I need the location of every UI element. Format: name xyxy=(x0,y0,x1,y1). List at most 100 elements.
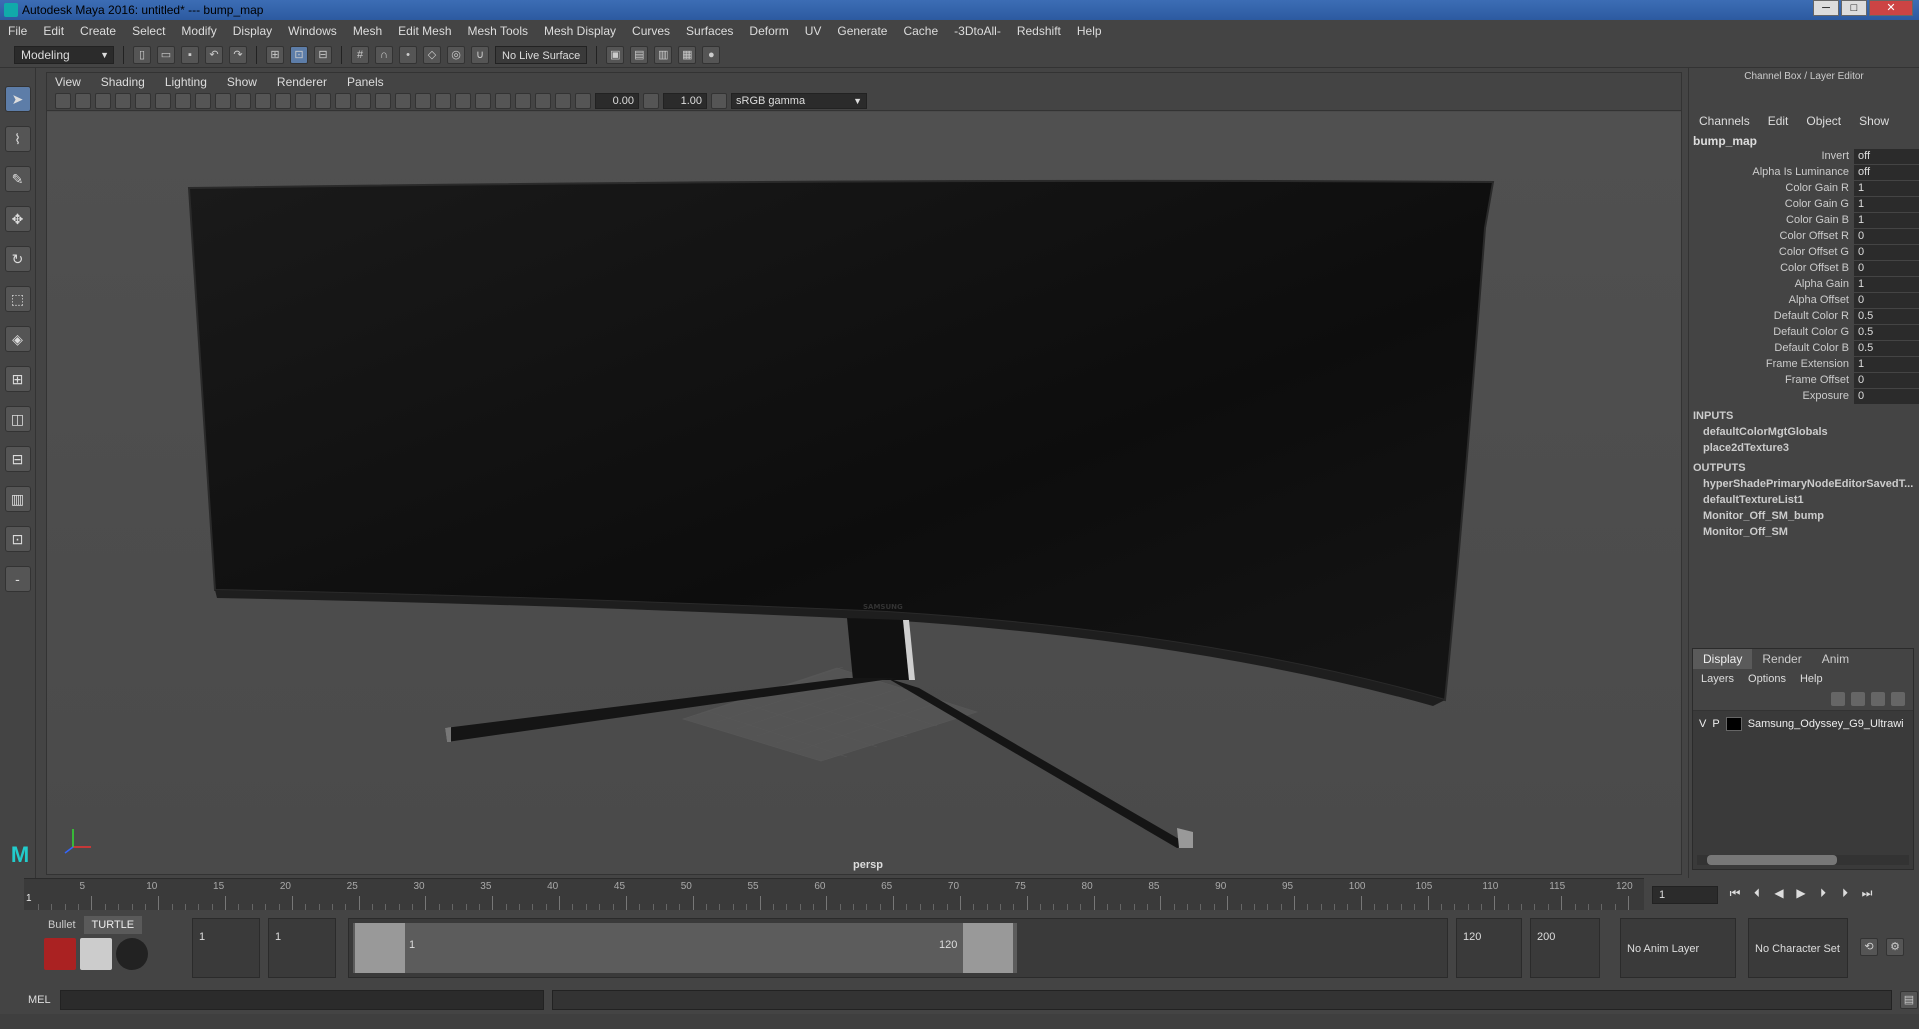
attribute-value[interactable]: 0 xyxy=(1854,388,1919,404)
turtle-sphere-icon[interactable] xyxy=(116,938,148,970)
anti-aliasing-icon[interactable] xyxy=(475,92,491,109)
viewport-menu-lighting[interactable]: Lighting xyxy=(165,75,207,89)
isolate-select-icon[interactable] xyxy=(495,92,511,109)
render-view-icon[interactable]: ▣ xyxy=(606,45,625,64)
menu-mesh-tools[interactable]: Mesh Tools xyxy=(468,24,528,38)
anim-layer-dropdown[interactable]: No Anim Layer xyxy=(1620,918,1736,978)
snap-view-plane-icon[interactable]: ◇ xyxy=(423,45,441,64)
snap-surface-icon[interactable]: ◎ xyxy=(447,45,465,64)
attribute-row[interactable]: Color Offset G 0 xyxy=(1689,244,1919,260)
open-scene-icon[interactable]: ▭ xyxy=(157,45,175,64)
attribute-value[interactable]: 1 xyxy=(1854,196,1919,212)
redo-icon[interactable]: ↷ xyxy=(229,45,247,64)
time-slider[interactable]: 1 5 10 15 20 25 30 35 40 45 50 55 60 65 70 75 80 85 90 95 1… xyxy=(24,878,1644,910)
attribute-value[interactable]: 0 xyxy=(1854,244,1919,260)
attribute-row[interactable]: Frame Extension 1 xyxy=(1689,356,1919,372)
menu-create[interactable]: Create xyxy=(80,24,116,38)
output-node[interactable]: Monitor_Off_SM xyxy=(1689,524,1919,540)
command-input[interactable] xyxy=(60,990,544,1010)
exposure-field[interactable]: 0.00 xyxy=(595,92,639,109)
color-management-icon[interactable] xyxy=(711,92,727,109)
range-start-handle[interactable] xyxy=(355,923,405,973)
layer-tab-render[interactable]: Render xyxy=(1752,649,1811,669)
menu-mesh-display[interactable]: Mesh Display xyxy=(544,24,616,38)
go-to-end-icon[interactable]: ⏭ xyxy=(1858,884,1876,902)
rotate-tool-icon[interactable]: ↻ xyxy=(4,246,31,272)
persp-outliner-layout-icon[interactable]: ▥ xyxy=(4,486,31,512)
menu-edit[interactable]: Edit xyxy=(43,24,64,38)
attribute-row[interactable]: Alpha Is Luminance off xyxy=(1689,164,1919,180)
node-name[interactable]: bump_map xyxy=(1689,134,1919,148)
select-tool-icon[interactable]: ➤ xyxy=(4,86,31,112)
attribute-value[interactable]: 0.5 xyxy=(1854,340,1919,356)
safe-action-icon[interactable] xyxy=(275,92,291,109)
attribute-value[interactable]: 0.5 xyxy=(1854,308,1919,324)
attribute-row[interactable]: Invert off xyxy=(1689,148,1919,164)
minimize-button[interactable]: ─ xyxy=(1813,0,1839,16)
render-settings-icon[interactable]: ▦ xyxy=(678,45,697,64)
attribute-row[interactable]: Color Offset B 0 xyxy=(1689,260,1919,276)
script-language-label[interactable]: MEL xyxy=(0,994,60,1006)
attribute-row[interactable]: Color Gain G 1 xyxy=(1689,196,1919,212)
xray-icon[interactable] xyxy=(515,92,531,109)
textured-icon[interactable] xyxy=(375,92,391,109)
attribute-row[interactable]: Default Color G 0.5 xyxy=(1689,324,1919,340)
animation-preferences-icon[interactable]: ⚙ xyxy=(1886,938,1904,956)
attribute-value[interactable]: 1 xyxy=(1854,276,1919,292)
side-by-side-layout-icon[interactable]: ◫ xyxy=(4,406,31,432)
playback-end-field[interactable]: 120 xyxy=(1456,918,1522,978)
script-editor-icon[interactable]: ▤ xyxy=(1900,991,1918,1009)
undo-icon[interactable]: ↶ xyxy=(205,45,223,64)
make-live-icon[interactable]: ∪ xyxy=(471,45,489,64)
outliner-layout-icon[interactable]: ⊡ xyxy=(4,526,31,552)
menu-display[interactable]: Display xyxy=(233,24,272,38)
single-view-layout-icon[interactable]: ◈ xyxy=(4,326,31,352)
viewport-menu-panels[interactable]: Panels xyxy=(347,75,384,89)
grease-pencil-icon[interactable] xyxy=(155,92,171,109)
layer-menu-help[interactable]: Help xyxy=(1800,669,1823,689)
layer-playback-toggle[interactable]: P xyxy=(1712,718,1719,730)
play-forward-icon[interactable]: ▶ xyxy=(1792,884,1810,902)
attribute-value[interactable]: 0 xyxy=(1854,228,1919,244)
channel-menu-edit[interactable]: Edit xyxy=(1768,114,1789,128)
new-layer-icon[interactable] xyxy=(1871,692,1885,706)
maximize-button[interactable]: □ xyxy=(1841,0,1867,16)
gate-mask-icon[interactable] xyxy=(235,92,251,109)
select-hierarchy-icon[interactable]: ⊞ xyxy=(266,45,284,64)
attribute-value[interactable]: 0 xyxy=(1854,372,1919,388)
menu-windows[interactable]: Windows xyxy=(288,24,337,38)
move-tool-icon[interactable]: ✥ xyxy=(4,206,31,232)
step-forward-key-icon[interactable]: ⏵ xyxy=(1814,884,1832,902)
persp-graph-layout-icon[interactable]: ⊟ xyxy=(4,446,31,472)
animation-start-field[interactable]: 1 xyxy=(192,918,260,978)
camera-attributes-icon[interactable] xyxy=(75,92,91,109)
menu-help[interactable]: Help xyxy=(1077,24,1102,38)
viewport-menu-view[interactable]: View xyxy=(55,75,81,89)
motion-blur-icon[interactable] xyxy=(455,92,471,109)
menu-edit-mesh[interactable]: Edit Mesh xyxy=(398,24,451,38)
attribute-value[interactable]: 0 xyxy=(1854,292,1919,308)
scale-tool-icon[interactable]: ⬚ xyxy=(4,286,31,312)
range-end-handle[interactable] xyxy=(963,923,1013,973)
layer-menu-layers[interactable]: Layers xyxy=(1701,669,1734,689)
gamma-field[interactable]: 1.00 xyxy=(663,92,707,109)
menu-cache[interactable]: Cache xyxy=(903,24,938,38)
step-forward-icon[interactable]: ⏵ xyxy=(1836,884,1854,902)
close-button[interactable]: ✕ xyxy=(1869,0,1913,16)
move-layer-down-icon[interactable] xyxy=(1851,692,1865,706)
menu-uv[interactable]: UV xyxy=(805,24,822,38)
shelf-tab-bullet[interactable]: Bullet xyxy=(40,916,84,934)
xray-joints-icon[interactable] xyxy=(535,92,551,109)
menu-surfaces[interactable]: Surfaces xyxy=(686,24,733,38)
viewport-panel[interactable]: View Shading Lighting Show Renderer Panels xyxy=(46,72,1682,875)
shelf-tab-turtle[interactable]: TURTLE xyxy=(83,916,143,934)
input-node[interactable]: defaultColorMgtGlobals xyxy=(1689,424,1919,440)
channel-menu-channels[interactable]: Channels xyxy=(1699,114,1750,128)
grid-icon[interactable] xyxy=(175,92,191,109)
layer-row[interactable]: V P Samsung_Odyssey_G9_Ultrawi xyxy=(1693,715,1913,733)
live-surface-field[interactable]: No Live Surface xyxy=(495,45,588,64)
attribute-value[interactable]: 1 xyxy=(1854,180,1919,196)
attribute-row[interactable]: Color Gain R 1 xyxy=(1689,180,1919,196)
resolution-gate-icon[interactable] xyxy=(215,92,231,109)
layer-scrollbar[interactable] xyxy=(1697,855,1909,865)
